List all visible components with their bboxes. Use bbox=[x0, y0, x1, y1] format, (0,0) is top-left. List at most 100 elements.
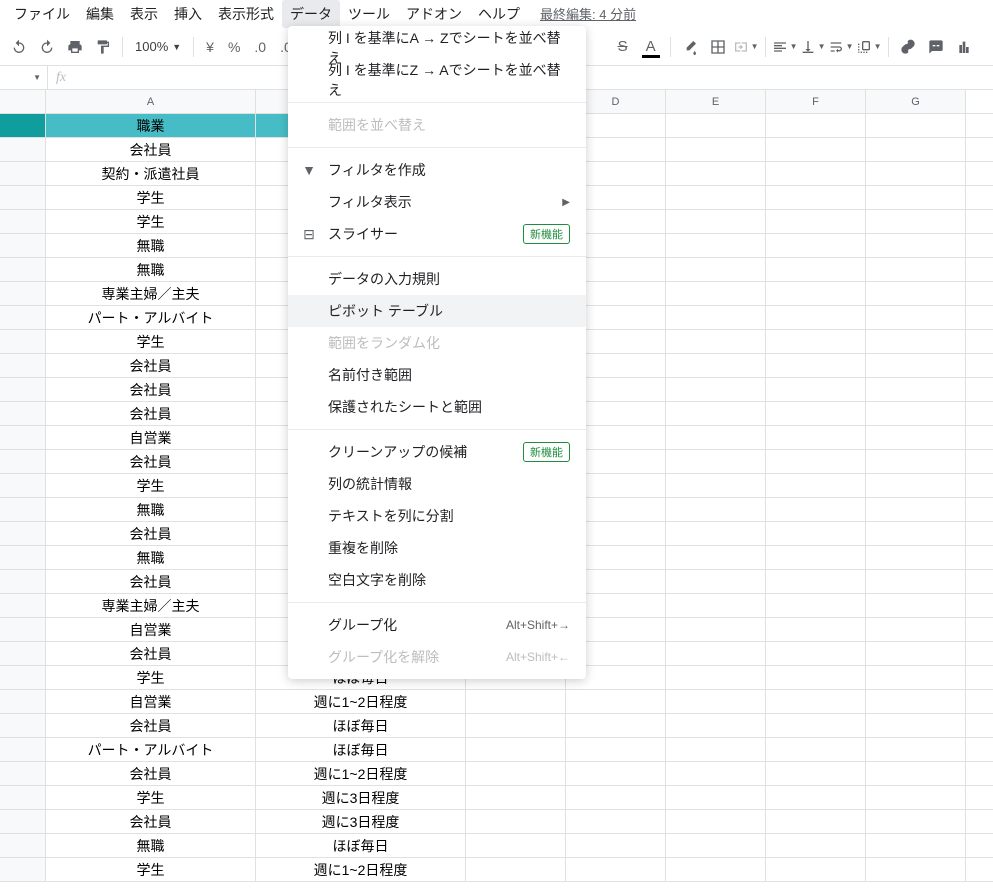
cell[interactable] bbox=[866, 210, 966, 233]
cell[interactable] bbox=[766, 786, 866, 809]
cell[interactable]: 週に1~2日程度 bbox=[256, 858, 466, 881]
cell[interactable]: 会社員 bbox=[46, 762, 256, 785]
row-header[interactable] bbox=[0, 642, 46, 665]
row-header[interactable] bbox=[0, 450, 46, 473]
cell[interactable] bbox=[666, 714, 766, 737]
cell[interactable] bbox=[766, 522, 866, 545]
row-header[interactable] bbox=[0, 114, 46, 137]
cell[interactable] bbox=[466, 762, 566, 785]
menu-edit[interactable]: 編集 bbox=[78, 0, 122, 28]
menu-data-validation[interactable]: データの入力規則 bbox=[288, 263, 586, 295]
link-button[interactable] bbox=[895, 34, 921, 60]
cell[interactable] bbox=[766, 810, 866, 833]
row-header[interactable] bbox=[0, 546, 46, 569]
cell[interactable] bbox=[666, 810, 766, 833]
cell[interactable] bbox=[666, 858, 766, 881]
cell[interactable] bbox=[766, 666, 866, 689]
cell[interactable]: 週に1~2日程度 bbox=[256, 690, 466, 713]
cell[interactable]: 会社員 bbox=[46, 402, 256, 425]
menu-file[interactable]: ファイル bbox=[6, 0, 78, 28]
cell[interactable] bbox=[766, 858, 866, 881]
col-header-E[interactable]: E bbox=[666, 90, 766, 113]
percent-button[interactable]: % bbox=[222, 34, 246, 60]
cell[interactable]: 自営業 bbox=[46, 426, 256, 449]
row-header[interactable] bbox=[0, 138, 46, 161]
strikethrough-button[interactable]: S bbox=[610, 34, 636, 60]
cell[interactable]: 学生 bbox=[46, 858, 256, 881]
cell[interactable] bbox=[666, 570, 766, 593]
cell[interactable] bbox=[866, 306, 966, 329]
menu-cleanup[interactable]: クリーンアップの候補新機能 bbox=[288, 436, 586, 468]
cell[interactable] bbox=[566, 762, 666, 785]
row-header[interactable] bbox=[0, 858, 46, 881]
cell[interactable] bbox=[566, 858, 666, 881]
cell[interactable]: パート・アルバイト bbox=[46, 306, 256, 329]
cell[interactable] bbox=[466, 714, 566, 737]
cell[interactable] bbox=[766, 426, 866, 449]
cell[interactable]: パート・アルバイト bbox=[46, 738, 256, 761]
row-header[interactable] bbox=[0, 738, 46, 761]
cell[interactable] bbox=[766, 834, 866, 857]
cell[interactable] bbox=[666, 522, 766, 545]
cell[interactable]: 学生 bbox=[46, 474, 256, 497]
cell[interactable] bbox=[866, 810, 966, 833]
cell[interactable] bbox=[866, 330, 966, 353]
menu-group[interactable]: グループ化Alt+Shift+→ bbox=[288, 609, 586, 641]
cell[interactable]: 週に1~2日程度 bbox=[256, 762, 466, 785]
menu-help[interactable]: ヘルプ bbox=[470, 0, 528, 28]
cell[interactable] bbox=[766, 162, 866, 185]
cell[interactable] bbox=[866, 642, 966, 665]
menu-pivot-table[interactable]: ピボット テーブル bbox=[288, 295, 586, 327]
cell[interactable] bbox=[866, 378, 966, 401]
redo-button[interactable] bbox=[34, 34, 60, 60]
menu-protected[interactable]: 保護されたシートと範囲 bbox=[288, 391, 586, 423]
cell[interactable]: 専業主婦／主夫 bbox=[46, 282, 256, 305]
cell[interactable]: 専業主婦／主夫 bbox=[46, 594, 256, 617]
v-align-button[interactable]: ▼ bbox=[800, 34, 826, 60]
cell[interactable] bbox=[866, 546, 966, 569]
cell[interactable] bbox=[666, 138, 766, 161]
cell[interactable] bbox=[766, 450, 866, 473]
cell[interactable]: 週に3日程度 bbox=[256, 810, 466, 833]
cell[interactable]: 会社員 bbox=[46, 378, 256, 401]
cell[interactable] bbox=[866, 858, 966, 881]
cell[interactable]: 学生 bbox=[46, 210, 256, 233]
cell[interactable] bbox=[866, 594, 966, 617]
cell[interactable] bbox=[866, 834, 966, 857]
cell[interactable]: 無職 bbox=[46, 834, 256, 857]
cell[interactable] bbox=[766, 402, 866, 425]
cell[interactable]: 会社員 bbox=[46, 354, 256, 377]
menu-create-filter[interactable]: ▼フィルタを作成 bbox=[288, 154, 586, 186]
row-header[interactable] bbox=[0, 354, 46, 377]
cell[interactable]: 学生 bbox=[46, 666, 256, 689]
row-header[interactable] bbox=[0, 210, 46, 233]
cell[interactable]: 会社員 bbox=[46, 522, 256, 545]
menu-remove-dup[interactable]: 重複を削除 bbox=[288, 532, 586, 564]
row-header[interactable] bbox=[0, 666, 46, 689]
cell[interactable]: ほぼ毎日 bbox=[256, 834, 466, 857]
cell[interactable] bbox=[666, 618, 766, 641]
cell[interactable] bbox=[866, 186, 966, 209]
menu-data[interactable]: データ bbox=[282, 0, 340, 28]
wrap-button[interactable]: ▼ bbox=[828, 34, 854, 60]
cell[interactable] bbox=[466, 786, 566, 809]
cell[interactable] bbox=[866, 450, 966, 473]
cell[interactable] bbox=[666, 306, 766, 329]
cell[interactable] bbox=[766, 642, 866, 665]
row-header[interactable] bbox=[0, 570, 46, 593]
cell[interactable] bbox=[666, 426, 766, 449]
cell[interactable]: 会社員 bbox=[46, 810, 256, 833]
cell[interactable] bbox=[766, 594, 866, 617]
cell[interactable] bbox=[566, 834, 666, 857]
print-button[interactable] bbox=[62, 34, 88, 60]
borders-button[interactable] bbox=[705, 34, 731, 60]
cell[interactable]: ほぼ毎日 bbox=[256, 738, 466, 761]
row-header[interactable] bbox=[0, 474, 46, 497]
cell[interactable] bbox=[566, 738, 666, 761]
cell[interactable] bbox=[566, 786, 666, 809]
row-header[interactable] bbox=[0, 426, 46, 449]
row-header[interactable] bbox=[0, 186, 46, 209]
row-header[interactable] bbox=[0, 306, 46, 329]
row-header[interactable] bbox=[0, 402, 46, 425]
cell[interactable] bbox=[666, 642, 766, 665]
